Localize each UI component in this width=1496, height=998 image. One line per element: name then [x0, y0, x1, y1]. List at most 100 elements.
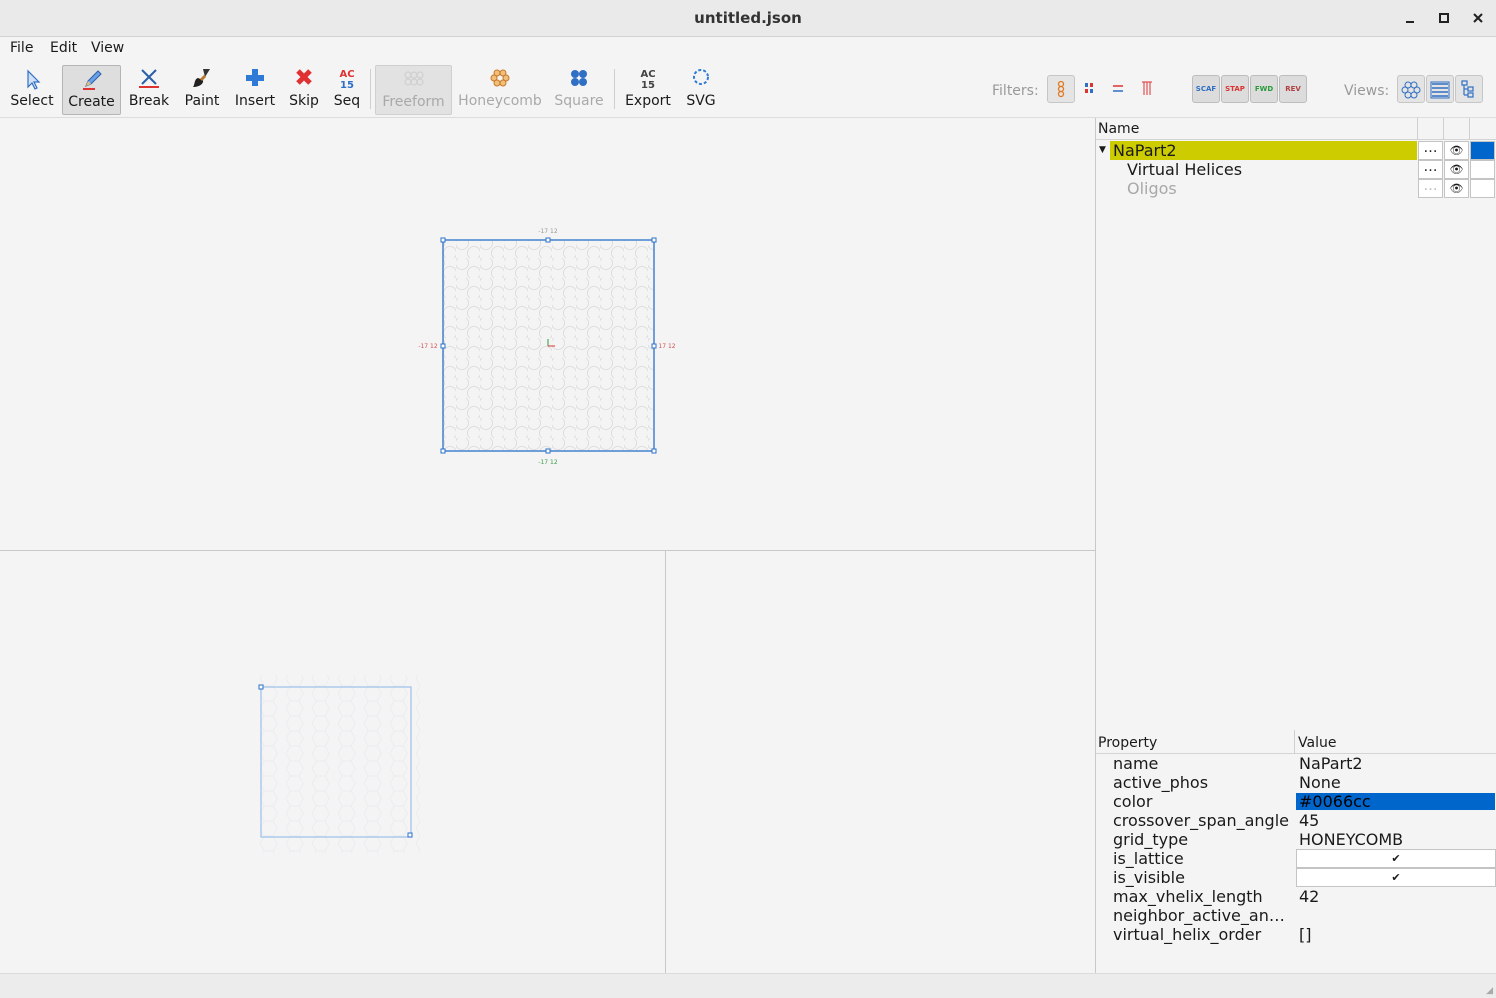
export-sequence-icon: AC 15 [622, 65, 674, 93]
slice-view[interactable]: -17 12 -17 12 -17 12 17 12 [0, 118, 1095, 550]
virtual-helices-name: Virtual Helices [1127, 160, 1243, 179]
svg-label: SVG [686, 93, 716, 109]
prop-key: neighbor_active_an… [1113, 906, 1285, 925]
prop-row-max-vhelix-length[interactable]: max_vhelix_length 42 [1096, 887, 1496, 906]
square-button[interactable]: Square [552, 65, 606, 115]
paint-tool-button[interactable]: Paint [180, 65, 224, 115]
prop-row-active-phos[interactable]: active_phos None [1096, 773, 1496, 792]
color-swatch[interactable] [1470, 160, 1495, 179]
value-column-header: Value [1298, 735, 1337, 751]
square-lattice-icon [552, 65, 606, 93]
is-visible-checkbox[interactable]: ✔ [1296, 868, 1496, 887]
maximize-icon[interactable] [1434, 8, 1454, 28]
select-label: Select [10, 93, 54, 109]
outliner-row-part[interactable]: ▼ NaPart2 … 👁 [1096, 141, 1496, 160]
grid-view[interactable] [0, 551, 665, 973]
stap-filter-button[interactable]: STAP [1221, 75, 1249, 103]
eye-icon[interactable]: 👁 [1444, 160, 1469, 179]
honeycomb-icon [458, 65, 542, 93]
prop-row-is-visible[interactable]: is_visible ✔ [1096, 868, 1496, 887]
slice-view-icon[interactable] [1397, 75, 1425, 103]
endpoint-filter-icon[interactable] [1076, 75, 1104, 103]
skip-tool-button[interactable]: Skip [286, 65, 322, 115]
prop-row-is-lattice[interactable]: is_lattice ✔ [1096, 849, 1496, 868]
prop-row-grid-type[interactable]: grid_type HONEYCOMB [1096, 830, 1496, 849]
prop-value[interactable]: HONEYCOMB [1299, 830, 1403, 849]
prop-key: name [1113, 754, 1159, 773]
prop-key: is_visible [1113, 868, 1185, 887]
color-swatch[interactable] [1470, 141, 1495, 160]
prop-row-virtual-helix-order[interactable]: virtual_helix_order [] [1096, 925, 1496, 944]
app-window: untitled.json File Edit View Select Crea… [0, 0, 1496, 998]
prop-key: is_lattice [1113, 849, 1184, 868]
header-separator [1443, 118, 1444, 140]
eye-icon[interactable]: 👁 [1444, 141, 1469, 160]
outliner-header: Name [1096, 118, 1496, 140]
is-lattice-checkbox[interactable]: ✔ [1296, 849, 1496, 868]
prop-value[interactable]: [] [1299, 925, 1311, 944]
create-tool-button[interactable]: Create [62, 65, 121, 115]
export-button[interactable]: AC 15 Export [622, 65, 674, 115]
menu-edit[interactable]: Edit [50, 40, 77, 56]
sim-view[interactable] [666, 551, 1095, 973]
prop-key: crossover_span_angle [1113, 811, 1289, 830]
corner-handle[interactable] [407, 832, 413, 838]
prop-key: max_vhelix_length [1113, 887, 1263, 906]
header-separator [1469, 118, 1470, 140]
prop-value[interactable]: #0066cc [1299, 792, 1371, 811]
scaf-filter-button[interactable]: SCAF [1192, 75, 1220, 103]
create-label: Create [68, 94, 115, 110]
prop-value[interactable]: None [1299, 773, 1341, 792]
views-label: Views: [1344, 83, 1390, 99]
svg-button[interactable]: SVG [680, 65, 722, 115]
x-mark-icon [286, 65, 322, 93]
prop-row-name[interactable]: name NaPart2 [1096, 754, 1496, 773]
rev-filter-button[interactable]: REV [1279, 75, 1307, 103]
corner-handle[interactable] [258, 684, 264, 690]
header-separator [1417, 118, 1418, 140]
honeycomb-button[interactable]: Honeycomb [458, 65, 542, 115]
skip-label: Skip [289, 93, 319, 109]
minimize-icon[interactable] [1400, 8, 1420, 28]
outliner-row-oligos[interactable]: Oligos … 👁 [1096, 179, 1496, 198]
prop-row-color[interactable]: color #0066cc [1096, 792, 1496, 811]
more-button[interactable]: … [1418, 179, 1443, 198]
toolbar-separator [370, 69, 371, 109]
toolbar-separator [614, 69, 615, 109]
select-tool-button[interactable]: Select [8, 65, 56, 115]
lattice-background [252, 675, 420, 853]
export-label: Export [625, 93, 671, 109]
menu-view[interactable]: View [91, 40, 124, 56]
prop-row-crossover-span-angle[interactable]: crossover_span_angle 45 [1096, 811, 1496, 830]
header-separator [1294, 730, 1295, 754]
strand-filter-icon[interactable] [1134, 75, 1162, 103]
part-grid[interactable] [440, 237, 657, 454]
insert-tool-button[interactable]: Insert [232, 65, 278, 115]
more-button[interactable]: … [1418, 160, 1443, 179]
helix-filter-icon[interactable] [1047, 75, 1075, 103]
fwd-filter-button[interactable]: FWD [1250, 75, 1278, 103]
slice-label-right: 17 12 [658, 343, 675, 350]
seq-tool-button[interactable]: AC 15 Seq [330, 65, 364, 115]
break-tool-button[interactable]: Break [126, 65, 172, 115]
expand-arrow-icon[interactable]: ▼ [1099, 142, 1106, 159]
svg-text:AC: AC [339, 69, 354, 80]
outliner-view-icon[interactable] [1455, 75, 1483, 103]
freeform-label: Freeform [382, 94, 445, 110]
more-button[interactable]: … [1418, 141, 1443, 160]
outliner-row-virtual-helices[interactable]: Virtual Helices … 👁 [1096, 160, 1496, 179]
resize-grip-icon[interactable]: ◢ [1486, 986, 1493, 996]
freeform-button[interactable]: Freeform [375, 65, 452, 115]
prop-row-neighbor-active-angle[interactable]: neighbor_active_an… [1096, 906, 1496, 925]
color-swatch[interactable] [1470, 179, 1495, 198]
xover-filter-icon[interactable] [1105, 75, 1133, 103]
path-view-icon[interactable] [1426, 75, 1454, 103]
prop-value[interactable]: 42 [1299, 887, 1319, 906]
property-column-header: Property [1098, 735, 1158, 751]
property-editor: Property Value name NaPart2 active_phos … [1096, 730, 1496, 973]
menu-file[interactable]: File [10, 40, 33, 56]
prop-value[interactable]: 45 [1299, 811, 1319, 830]
eye-icon[interactable]: 👁 [1444, 179, 1469, 198]
close-icon[interactable] [1468, 8, 1488, 28]
prop-value[interactable]: NaPart2 [1299, 754, 1363, 773]
